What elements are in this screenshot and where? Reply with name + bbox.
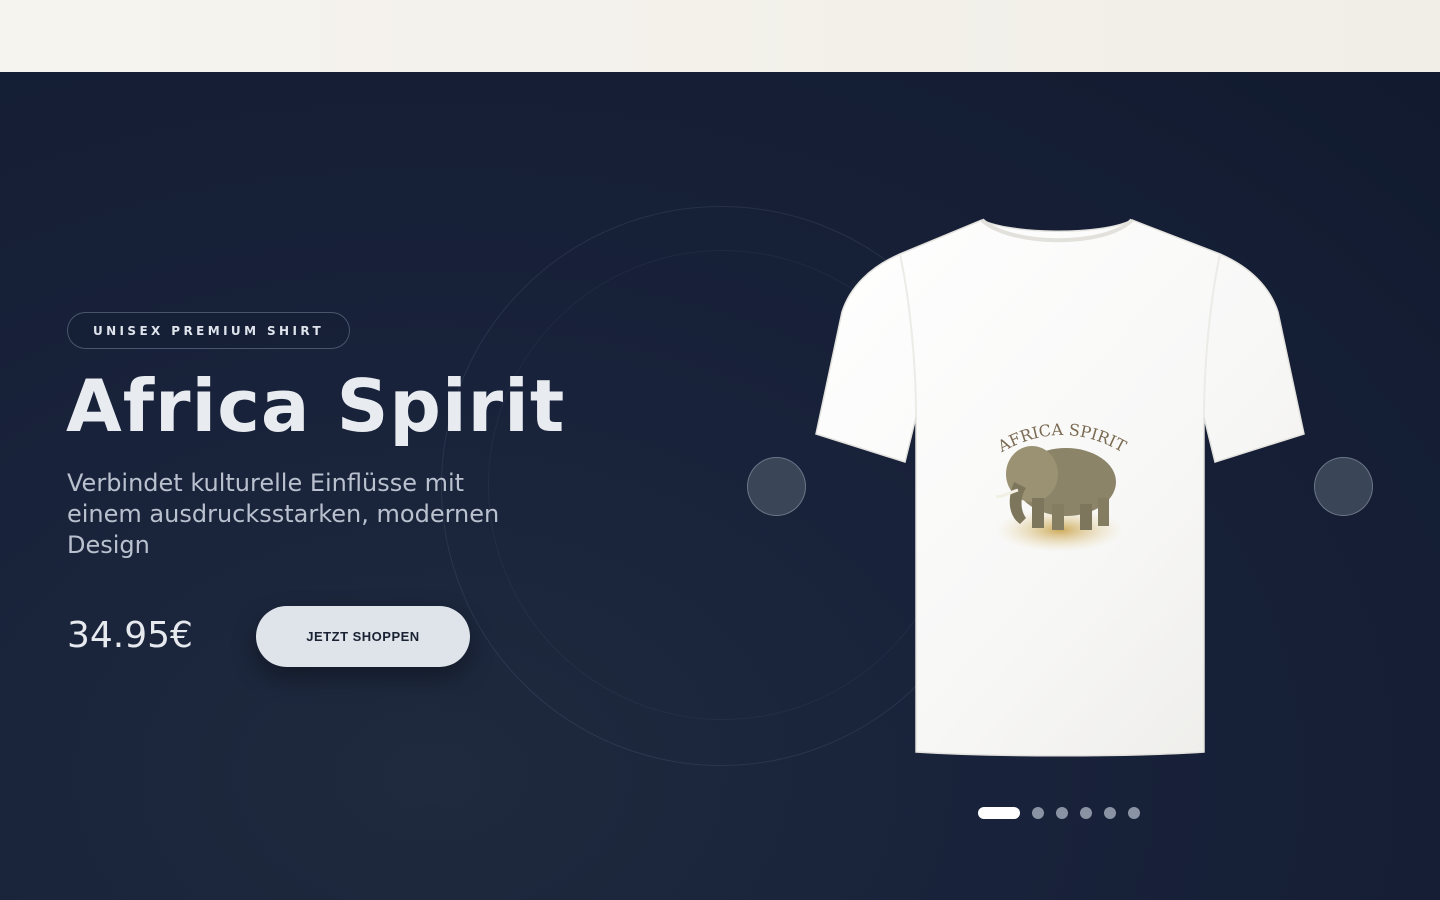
- elephant-icon: [995, 446, 1116, 530]
- carousel-dot[interactable]: [978, 807, 1020, 819]
- carousel-pagination: [978, 806, 1140, 820]
- product-title: Africa Spirit: [66, 364, 566, 448]
- carousel-dot[interactable]: [1104, 807, 1116, 819]
- product-description: Verbindet kulturelle Einflüsse mit einem…: [67, 469, 500, 559]
- product-image[interactable]: AFRICA SPIRIT: [800, 212, 1320, 772]
- carousel-dot[interactable]: [1080, 807, 1092, 819]
- hero-banner: UNISEX PREMIUM SHIRT Africa Spirit Verbi…: [0, 72, 1440, 900]
- product-category-badge: UNISEX PREMIUM SHIRT: [67, 312, 350, 349]
- carousel-prev-button[interactable]: [747, 457, 806, 516]
- carousel-dot[interactable]: [1128, 807, 1140, 819]
- shop-now-button[interactable]: JETZT SHOPPEN: [256, 606, 470, 667]
- carousel-dot[interactable]: [1056, 807, 1068, 819]
- carousel-next-button[interactable]: [1314, 457, 1373, 516]
- product-price: 34.95€: [67, 615, 193, 656]
- top-navigation-bar: [0, 0, 1440, 72]
- carousel-dot[interactable]: [1032, 807, 1044, 819]
- tshirt-image: AFRICA SPIRIT: [815, 218, 1305, 757]
